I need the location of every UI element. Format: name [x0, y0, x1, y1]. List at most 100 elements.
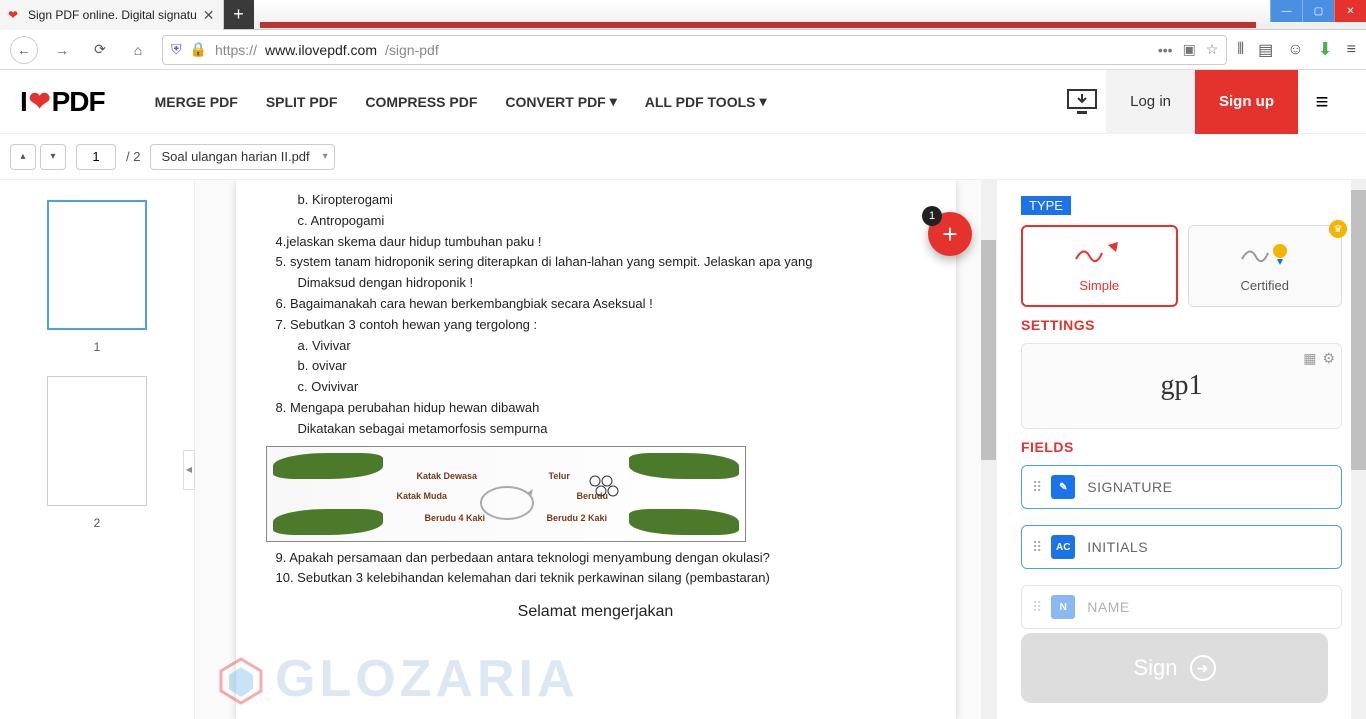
- doc-line: c. Antropogami: [298, 211, 926, 232]
- doc-line: Dikatakan sebagai metamorfosis sempurna: [298, 419, 926, 440]
- browser-actions: ⫴ ▤ ☺ ⬇ ≡: [1237, 39, 1356, 60]
- page-number-input[interactable]: [76, 144, 116, 170]
- thumbnail-1[interactable]: [47, 200, 147, 330]
- thumbnail-2[interactable]: [47, 376, 147, 506]
- field-signature-label: SIGNATURE: [1087, 479, 1172, 495]
- minimize-button[interactable]: —: [1270, 0, 1302, 22]
- viewport-scrollthumb[interactable]: [981, 240, 996, 460]
- browser-toolbar: ← → ⟳ ⌂ ⛨ 🔒 https://www.ilovepdf.com/sig…: [0, 30, 1366, 70]
- field-name[interactable]: ⠿ N NAME: [1021, 585, 1342, 629]
- type-section-label: TYPE: [1021, 196, 1071, 215]
- doc-line: a. Vivivar: [298, 336, 926, 357]
- browser-tab[interactable]: ❤ Sign PDF online. Digital signatu ✕: [0, 0, 224, 30]
- pdf-page: b. Kiropterogami c. Antropogami 4.jelask…: [236, 180, 956, 719]
- login-button[interactable]: Log in: [1106, 70, 1195, 134]
- hamburger-icon[interactable]: ≡: [1298, 89, 1346, 115]
- pen-icon: ✎: [1051, 475, 1075, 499]
- document-viewport[interactable]: b. Kiropterogami c. Antropogami 4.jelask…: [195, 180, 996, 719]
- signup-button[interactable]: Sign up: [1195, 70, 1298, 134]
- chevron-down-icon: ▾: [759, 93, 766, 110]
- doc-footer: Selamat mengerjakan: [266, 599, 926, 625]
- shield-icon: ⛨: [171, 41, 182, 58]
- site-header: I ❤ PDF MERGE PDF SPLIT PDF COMPRESS PDF…: [0, 70, 1366, 134]
- add-button[interactable]: + 1: [928, 212, 972, 256]
- reload-button[interactable]: ⟳: [86, 36, 114, 64]
- nav-split[interactable]: SPLIT PDF: [266, 93, 338, 110]
- signature-glyph: gp1: [1161, 370, 1203, 402]
- browser-titlebar: ❤ Sign PDF online. Digital signatu ✕ + —…: [0, 0, 1366, 30]
- doc-line: 8. Mengapa perubahan hidup hewan dibawah: [276, 398, 926, 419]
- simple-label: Simple: [1079, 278, 1119, 293]
- main-area: 1 2 ◀ b. Kiropterogami c. Antropogami 4.…: [0, 180, 1366, 719]
- watermark: GLOZARIA: [215, 649, 579, 709]
- certified-icon: [1240, 240, 1290, 272]
- field-initials[interactable]: ⠿ AC INITIALS: [1021, 525, 1342, 569]
- thumbnail-sidebar: 1 2 ◀: [0, 180, 195, 719]
- lock-icon: 🔒: [190, 41, 207, 58]
- account-icon[interactable]: ☺: [1287, 41, 1303, 59]
- file-selector[interactable]: Soal ulangan harian II.pdf: [150, 144, 334, 170]
- grip-icon: ⠿: [1032, 479, 1039, 496]
- signature-type-certified[interactable]: ♛ Certified: [1188, 225, 1343, 307]
- heart-icon: ❤: [8, 8, 22, 22]
- thumbnail-1-label: 1: [94, 340, 101, 354]
- sign-button[interactable]: Sign ➜: [1021, 633, 1328, 703]
- name-icon: N: [1051, 595, 1075, 619]
- doc-line: 10. Sebutkan 3 kelebihandan kelemahan da…: [276, 568, 926, 589]
- gear-icon[interactable]: ⚙: [1322, 350, 1335, 367]
- star-icon[interactable]: ☆: [1206, 41, 1219, 58]
- maximize-button[interactable]: ▢: [1302, 0, 1334, 22]
- close-icon[interactable]: ✕: [203, 7, 215, 24]
- desktop-app-button[interactable]: [1058, 78, 1106, 126]
- lifecycle-diagram: Katak Dewasa Telur Katak Muda Berudu Ber…: [266, 446, 746, 542]
- address-bar[interactable]: ⛨ 🔒 https://www.ilovepdf.com/sign-pdf ••…: [162, 35, 1227, 65]
- field-initials-label: INITIALS: [1087, 539, 1148, 555]
- main-nav: MERGE PDF SPLIT PDF COMPRESS PDF CONVERT…: [155, 93, 767, 110]
- heart-icon: ❤: [29, 86, 50, 117]
- doc-line: Dimaksud dengan hidroponik !: [298, 273, 926, 294]
- thumbnail-2-label: 2: [94, 516, 101, 530]
- forward-button[interactable]: →: [48, 36, 76, 64]
- settings-section-label: SETTINGS: [1021, 317, 1342, 333]
- back-button[interactable]: ←: [10, 36, 38, 64]
- certified-label: Certified: [1241, 278, 1289, 293]
- url-protocol: https://: [215, 42, 257, 58]
- library-icon[interactable]: ⫴: [1237, 41, 1244, 59]
- meatballs-icon[interactable]: •••: [1158, 42, 1173, 58]
- container-icon[interactable]: ▣: [1183, 41, 1196, 58]
- sign-button-label: Sign: [1133, 655, 1177, 681]
- doc-line: 7. Sebutkan 3 contoh hewan yang tergolon…: [276, 315, 926, 336]
- doc-line: 6. Bagaimanakah cara hewan berkembangbia…: [276, 294, 926, 315]
- tab-title: Sign PDF online. Digital signatu: [28, 8, 197, 22]
- signature-icon: [1074, 240, 1124, 272]
- nav-convert[interactable]: CONVERT PDF ▾: [505, 93, 616, 110]
- logo-text-post: PDF: [52, 86, 105, 118]
- page-down-button[interactable]: ▾: [40, 144, 66, 170]
- panel-scrollthumb[interactable]: [1351, 190, 1366, 470]
- new-tab-button[interactable]: +: [224, 0, 254, 29]
- menu-icon[interactable]: ≡: [1347, 41, 1356, 59]
- nav-all-tools[interactable]: ALL PDF TOOLS ▾: [645, 93, 767, 110]
- signature-panel: TYPE Simple ♛ Certified SETTINGS ▦ ⚙: [996, 180, 1366, 719]
- texture-icon[interactable]: ▦: [1303, 350, 1316, 367]
- collapse-sidebar-button[interactable]: ◀: [183, 450, 195, 490]
- signature-type-simple[interactable]: Simple: [1021, 225, 1178, 307]
- fields-section-label: FIELDS: [1021, 439, 1342, 455]
- downloads-icon[interactable]: ⬇: [1318, 39, 1333, 60]
- field-signature[interactable]: ⠿ ✎ SIGNATURE: [1021, 465, 1342, 509]
- doc-line: 5. system tanam hidroponik sering ditera…: [276, 252, 926, 273]
- site-logo[interactable]: I ❤ PDF: [20, 86, 105, 118]
- doc-line: 9. Apakah persamaan dan perbedaan antara…: [276, 548, 926, 569]
- chevron-down-icon: ▾: [610, 93, 617, 110]
- sidebar-icon[interactable]: ▤: [1258, 40, 1273, 60]
- close-window-button[interactable]: ✕: [1334, 0, 1366, 22]
- crown-icon: ♛: [1329, 220, 1347, 238]
- signature-preview[interactable]: ▦ ⚙ gp1: [1021, 343, 1342, 429]
- nav-compress[interactable]: COMPRESS PDF: [365, 93, 477, 110]
- url-path: /sign-pdf: [385, 42, 439, 58]
- home-button[interactable]: ⌂: [124, 36, 152, 64]
- nav-merge[interactable]: MERGE PDF: [155, 93, 238, 110]
- page-up-button[interactable]: ▴: [10, 144, 36, 170]
- window-accent: [260, 22, 1256, 28]
- doc-line: b. ovivar: [298, 356, 926, 377]
